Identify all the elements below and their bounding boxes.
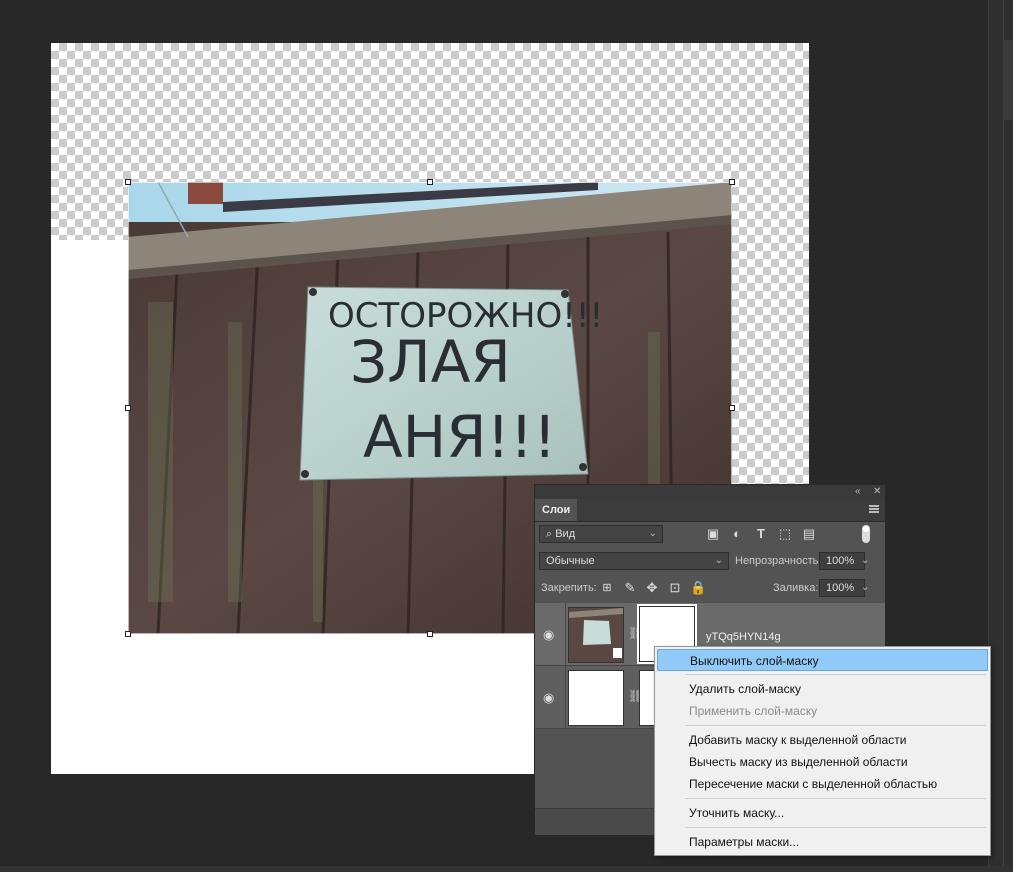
tab-layers[interactable]: Слои: [535, 499, 578, 521]
transform-handle-bottom-left[interactable]: [125, 631, 131, 637]
transform-handle-bottom[interactable]: [427, 631, 433, 637]
fill-label: Заливка:: [773, 582, 819, 594]
menu-separator: [685, 725, 986, 726]
type-filter-icon[interactable]: T: [754, 527, 768, 541]
layer-mask-context-menu: Выключить слой-маску Удалить слой-маску …: [654, 646, 991, 856]
image-filter-icon[interactable]: ▣: [706, 527, 720, 541]
lock-transparent-icon[interactable]: ⊞: [600, 581, 614, 595]
transform-handle-left[interactable]: [125, 405, 131, 411]
menu-separator: [685, 674, 986, 675]
menu-item-subtract-mask-from-selection[interactable]: Вычесть маску из выделенной области: [657, 751, 988, 773]
transform-handle-top-right[interactable]: [729, 179, 735, 185]
smart-object-filter-icon[interactable]: ▤: [802, 527, 816, 541]
panel-topbar: « ✕: [535, 485, 885, 499]
menu-item-add-mask-to-selection[interactable]: Добавить маску к выделенной области: [657, 729, 988, 751]
blend-mode-value: Обычные: [546, 555, 595, 567]
strip-divider: [1003, 0, 1004, 872]
filter-value: Вид: [555, 528, 576, 540]
lock-pixels-icon[interactable]: ✎: [623, 581, 637, 595]
panel-tabbar: Слои: [535, 499, 885, 522]
lock-artboard-icon[interactable]: ⊡: [668, 581, 682, 595]
eye-icon[interactable]: ◉: [543, 627, 554, 643]
lock-label: Закрепить:: [541, 582, 597, 594]
lock-all-icon[interactable]: 🔒: [690, 581, 706, 595]
eye-icon[interactable]: ◉: [543, 690, 554, 706]
adjustment-filter-icon[interactable]: ◐: [730, 527, 744, 541]
transform-handle-right[interactable]: [729, 405, 735, 411]
panel-menu-icon[interactable]: [869, 505, 879, 513]
chevron-down-icon: ⌄: [714, 555, 723, 566]
filter-toggle[interactable]: [862, 525, 870, 543]
opacity-field[interactable]: 100%: [819, 552, 865, 570]
layer-name[interactable]: yTQq5HYN14g: [706, 631, 781, 643]
menu-separator: [685, 798, 986, 799]
menu-item-mask-options[interactable]: Параметры маски...: [657, 831, 988, 853]
search-icon: ⌕: [546, 528, 556, 540]
opacity-chevron-icon[interactable]: ⌄: [861, 555, 869, 566]
menu-item-refine-mask[interactable]: Уточнить маску...: [657, 802, 988, 824]
right-panel-strip: [988, 0, 1013, 872]
fill-field[interactable]: 100%: [819, 579, 865, 597]
menu-item-disable-layer-mask[interactable]: Выключить слой-маску: [657, 649, 988, 671]
lock-position-icon[interactable]: ✥: [645, 581, 659, 595]
bottom-strip: [0, 866, 1013, 872]
transform-handle-top[interactable]: [427, 179, 433, 185]
strip-scrollbar[interactable]: [1003, 40, 1013, 120]
shape-filter-icon[interactable]: ⬚: [778, 527, 792, 541]
fill-chevron-icon[interactable]: ⌄: [861, 582, 869, 593]
layer-filter-dropdown[interactable]: ⌕ Вид ⌄: [539, 525, 663, 543]
menu-separator: [685, 827, 986, 828]
close-panel-icon[interactable]: ✕: [873, 486, 881, 497]
sign-line-3: АНЯ!!!: [363, 403, 556, 471]
transform-handle-top-left[interactable]: [125, 179, 131, 185]
layer-thumbnail[interactable]: [568, 670, 624, 726]
photo-thumbnail-graphic: [569, 608, 623, 662]
white-fill-left: [51, 240, 128, 774]
chevron-down-icon: ⌄: [648, 528, 657, 539]
opacity-label: Непрозрачность:: [735, 555, 822, 567]
collapse-panel-icon[interactable]: «: [855, 486, 861, 497]
blend-mode-dropdown[interactable]: Обычные ⌄: [539, 552, 729, 570]
sign-line-2: ЗЛАЯ: [350, 328, 511, 396]
menu-item-apply-layer-mask: Применить слой-маску: [689, 704, 818, 718]
menu-item-delete-layer-mask[interactable]: Удалить слой-маску: [657, 678, 988, 700]
menu-item-intersect-mask-with-selection[interactable]: Пересечение маски с выделенной областью: [657, 773, 988, 795]
layer-thumbnail[interactable]: [568, 607, 624, 663]
